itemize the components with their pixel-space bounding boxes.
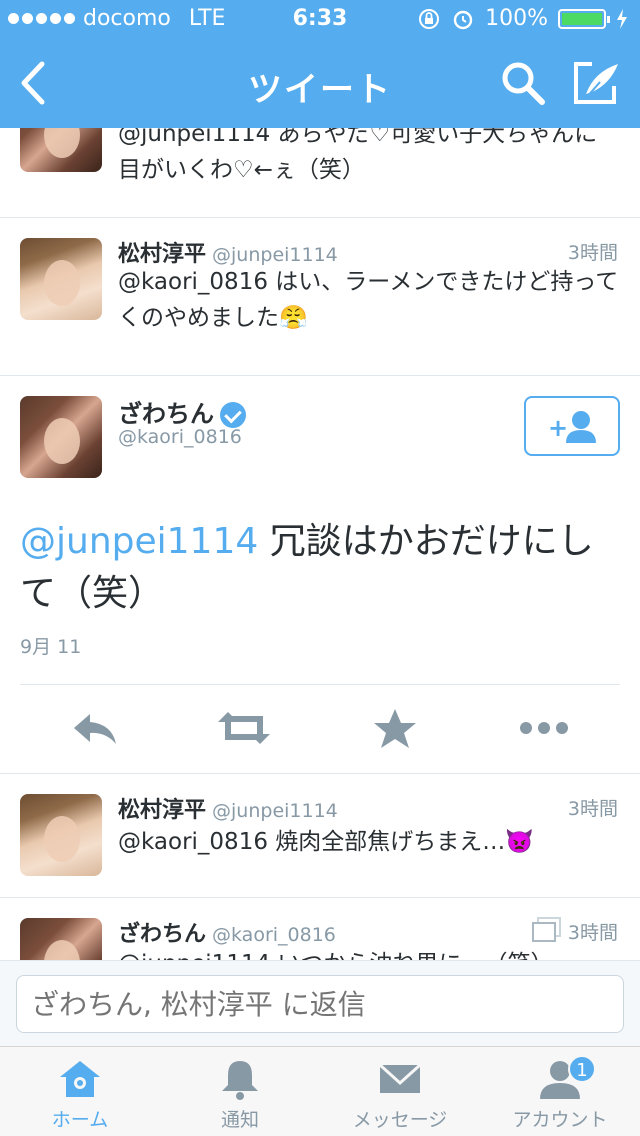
- tab-label: アカウント: [512, 1109, 608, 1131]
- tweet[interactable]: ざわちん@kaori_0816 3時間 @junpei1114 いつから油ね男に…: [0, 898, 640, 960]
- retweet-button[interactable]: [216, 706, 272, 750]
- tweet-handle: @kaori_0816: [118, 426, 242, 448]
- verified-badge-icon: [220, 402, 246, 428]
- top-bar: docomo LTE 6:33 100% ツイート: [0, 0, 640, 128]
- tweet-body: @junpei1114 冗談はかおだけにして（笑）: [20, 521, 594, 614]
- tweet-author: ざわちん @kaori_0816: [118, 922, 336, 947]
- more-button[interactable]: [516, 706, 572, 750]
- timeline: @junpei1114 あらやだ♡可愛い子大ちゃんに目がいくわ♡←ぇ（笑） 松村…: [0, 0, 640, 960]
- retweet-icon: [218, 712, 270, 744]
- compose-icon[interactable]: [570, 58, 622, 108]
- tab-bar: ホーム 通知 メッセージ 1 アカウント: [0, 1046, 640, 1136]
- battery-icon: [558, 8, 610, 29]
- tab-notifications[interactable]: 通知: [160, 1047, 320, 1136]
- tab-label: 通知: [220, 1109, 259, 1131]
- avatar[interactable]: [20, 918, 102, 960]
- tab-home[interactable]: ホーム: [0, 1047, 160, 1136]
- envelope-icon: [378, 1063, 422, 1093]
- tweet-text: @junpei1114 いつから油ね男に…（笑）: [118, 946, 620, 960]
- reply-bar: [0, 960, 640, 1046]
- reply-button[interactable]: [70, 706, 120, 750]
- media-stack-icon: [532, 917, 561, 942]
- tweet-handle: @junpei1114: [212, 800, 338, 822]
- tweet-text: @kaori_0816 焼肉全部焦げちまえ…👿: [118, 829, 534, 855]
- alarm-icon: [453, 10, 473, 29]
- tab-account[interactable]: 1 アカウント: [480, 1047, 640, 1136]
- tweet-time: 3時間: [567, 798, 618, 820]
- tweet[interactable]: 松村淳平 @junpei1114 3時間 @kaori_0816 はい、ラーメンで…: [0, 218, 640, 376]
- tab-messages[interactable]: メッセージ: [320, 1047, 480, 1136]
- notification-badge: 1: [568, 1055, 596, 1083]
- mention-link[interactable]: @junpei1114: [20, 521, 258, 562]
- charging-bolt-icon: [617, 8, 627, 29]
- favorite-star-icon: [374, 709, 416, 748]
- svg-text:+: +: [548, 414, 568, 442]
- bell-icon: [222, 1061, 258, 1100]
- follow-button[interactable]: +: [524, 396, 620, 456]
- tweet-date: 9月 11: [20, 636, 82, 658]
- avatar[interactable]: [20, 396, 102, 478]
- tweet-time: 3時間: [567, 922, 618, 944]
- add-user-icon: +: [548, 411, 596, 443]
- tweet-author: 松村淳平 @junpei1114: [118, 798, 338, 823]
- tweet-handle: @kaori_0816: [212, 924, 336, 946]
- battery-percent: 100%: [485, 6, 548, 31]
- tab-label: ホーム: [51, 1109, 109, 1131]
- focused-tweet: ざわちん @kaori_0816 + @junpei1114 冗談はかおだけにし…: [0, 376, 640, 774]
- reply-icon: [74, 714, 116, 744]
- tweet-time: 3時間: [567, 242, 618, 264]
- tab-label: メッセージ: [352, 1109, 448, 1131]
- status-bar: docomo LTE 6:33 100%: [0, 0, 640, 40]
- avatar[interactable]: [20, 794, 102, 876]
- tweet-handle: @junpei1114: [212, 244, 338, 266]
- tweet-author: ざわちん: [118, 394, 246, 429]
- reply-input[interactable]: [16, 975, 624, 1033]
- more-dots-icon: [520, 722, 568, 734]
- nav-bar: ツイート: [0, 40, 640, 128]
- tweet[interactable]: 松村淳平 @junpei1114 3時間 @kaori_0816 焼肉全部焦げちま…: [0, 774, 640, 898]
- tweet-text: @kaori_0816 はい、ラーメンできたけど持ってくのやめました😤: [118, 269, 619, 331]
- divider: [20, 684, 620, 685]
- favorite-button[interactable]: [370, 706, 420, 750]
- avatar[interactable]: [20, 238, 102, 320]
- orientation-lock-icon: [419, 8, 440, 29]
- home-icon: [60, 1061, 100, 1097]
- search-icon[interactable]: [498, 58, 548, 108]
